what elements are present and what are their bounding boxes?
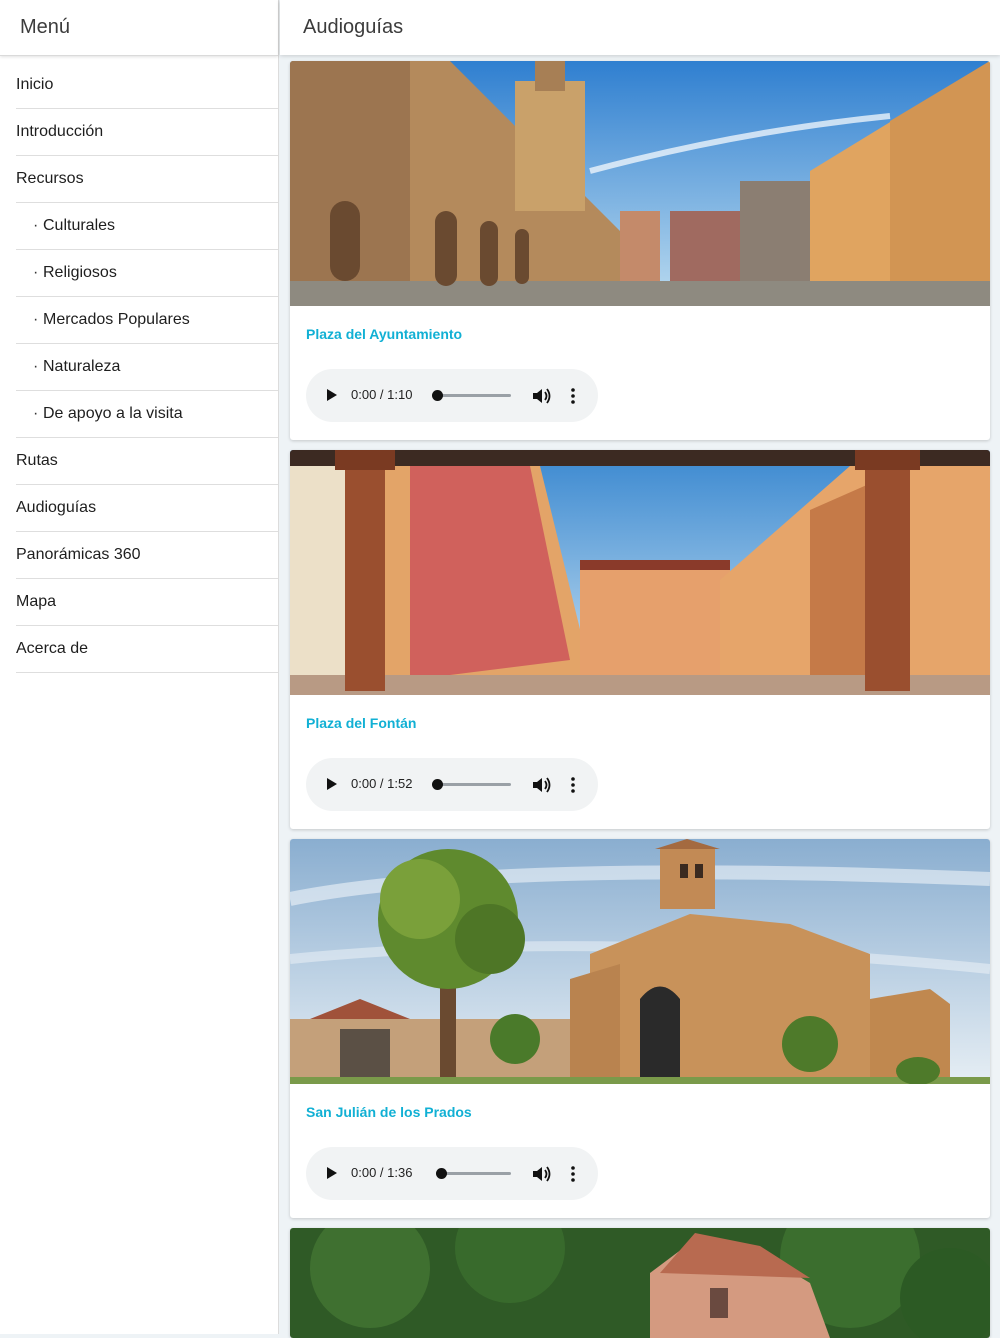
- sidebar: Menú Inicio Introducción Recursos · Cultu…: [0, 0, 279, 1334]
- sidebar-item-recursos[interactable]: Recursos: [16, 156, 278, 203]
- plaza-ayuntamiento-image: [290, 61, 990, 306]
- audio-time: 0:00 / 1:10: [351, 387, 413, 402]
- church-forest-image: [290, 1228, 990, 1338]
- sidebar-item-apoyo-visita[interactable]: · De apoyo a la visita: [16, 391, 278, 438]
- sidebar-item-label: De apoyo a la visita: [43, 405, 183, 422]
- sidebar-item-religiosos[interactable]: · Religiosos: [16, 250, 278, 297]
- bullet-icon: ·: [33, 311, 39, 328]
- san-julian-image: [290, 839, 990, 1084]
- sidebar-item-label: Inicio: [16, 76, 54, 93]
- play-icon[interactable]: [327, 1167, 337, 1179]
- play-icon[interactable]: [327, 389, 337, 401]
- volume-icon[interactable]: [532, 387, 552, 405]
- sidebar-menu: Inicio Introducción Recursos · Culturales…: [16, 62, 278, 673]
- audio-player: 0:00 / 1:36: [306, 1147, 598, 1200]
- audio-guide-card: Plaza del Ayuntamiento 0:00 / 1:10: [290, 61, 990, 440]
- sidebar-item-panoramicas[interactable]: Panorámicas 360: [16, 532, 278, 579]
- sidebar-item-audioguias[interactable]: Audioguías: [16, 485, 278, 532]
- sidebar-item-naturaleza[interactable]: · Naturaleza: [16, 344, 278, 391]
- seek-thumb[interactable]: [435, 1168, 447, 1179]
- sidebar-item-acerca-de[interactable]: Acerca de: [16, 626, 278, 673]
- volume-icon[interactable]: [532, 776, 552, 794]
- more-options-icon[interactable]: [566, 776, 580, 794]
- play-icon[interactable]: [327, 778, 337, 790]
- bullet-icon: ·: [33, 358, 39, 375]
- sidebar-item-rutas[interactable]: Rutas: [16, 438, 278, 485]
- sidebar-item-label: Mapa: [16, 593, 57, 610]
- audio-seek-slider[interactable]: [435, 1168, 511, 1179]
- audio-guide-card: San Julián de los Prados 0:00 / 1:36: [290, 839, 990, 1218]
- sidebar-item-label: Mercados Populares: [43, 311, 190, 328]
- sidebar-item-inicio[interactable]: Inicio: [16, 62, 278, 109]
- audio-player: 0:00 / 1:52: [306, 758, 598, 811]
- sidebar-item-label: Audioguías: [16, 499, 97, 516]
- seek-thumb[interactable]: [432, 390, 443, 401]
- bullet-icon: ·: [33, 264, 39, 281]
- sidebar-item-mapa[interactable]: Mapa: [16, 579, 278, 626]
- sidebar-item-label: Religiosos: [43, 264, 117, 281]
- volume-icon[interactable]: [532, 1165, 552, 1183]
- audio-guide-title: San Julián de los Prados: [306, 1104, 472, 1120]
- audio-guide-card: Plaza del Fontán 0:00 / 1:52: [290, 450, 990, 829]
- more-options-icon[interactable]: [566, 387, 580, 405]
- audio-time: 0:00 / 1:36: [351, 1165, 413, 1180]
- audio-time: 0:00 / 1:52: [351, 776, 413, 791]
- audio-guide-list: Plaza del Ayuntamiento 0:00 / 1:10 Plaza…: [290, 61, 990, 1338]
- sidebar-item-label: Recursos: [16, 170, 84, 187]
- sidebar-item-culturales[interactable]: · Culturales: [16, 203, 278, 250]
- sidebar-item-mercados-populares[interactable]: · Mercados Populares: [16, 297, 278, 344]
- more-options-icon[interactable]: [566, 1165, 580, 1183]
- seek-thumb[interactable]: [432, 779, 443, 790]
- audio-seek-slider[interactable]: [432, 779, 511, 790]
- sidebar-title: Menú: [0, 0, 278, 56]
- bullet-icon: ·: [33, 217, 39, 234]
- audio-guide-card: [290, 1228, 990, 1338]
- audio-guide-title: Plaza del Ayuntamiento: [306, 326, 463, 342]
- sidebar-item-introduccion[interactable]: Introducción: [16, 109, 278, 156]
- audio-seek-slider[interactable]: [432, 390, 511, 401]
- audio-guide-title: Plaza del Fontán: [306, 715, 417, 731]
- sidebar-item-label: Panorámicas 360: [16, 546, 141, 563]
- sidebar-item-label: Introducción: [16, 123, 104, 140]
- plaza-fontan-image: [290, 450, 990, 695]
- sidebar-item-label: Rutas: [16, 452, 58, 469]
- audio-player: 0:00 / 1:10: [306, 369, 598, 422]
- sidebar-item-label: Culturales: [43, 217, 116, 234]
- sidebar-item-label: Acerca de: [16, 640, 89, 657]
- page-title: Audioguías: [280, 0, 1000, 55]
- bullet-icon: ·: [33, 405, 39, 422]
- sidebar-item-label: Naturaleza: [43, 358, 121, 375]
